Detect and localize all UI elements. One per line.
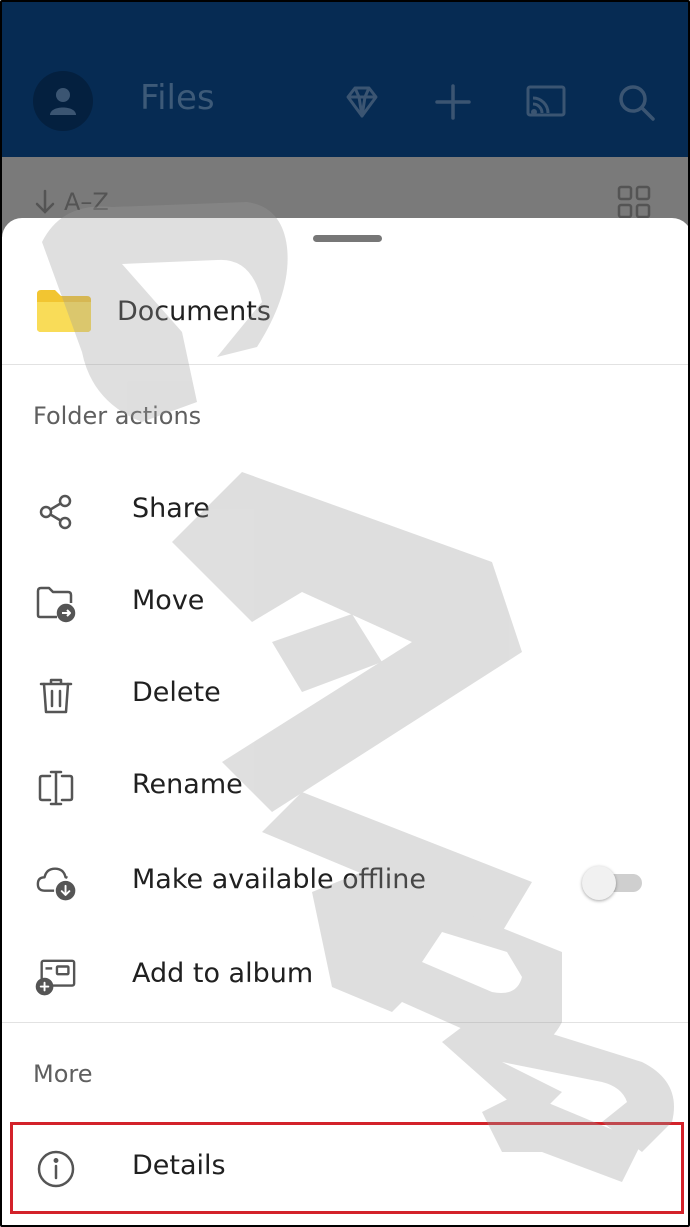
sort-label: A–Z bbox=[64, 188, 109, 216]
add-to-album-label: Add to album bbox=[132, 958, 314, 989]
delete-label: Delete bbox=[132, 677, 221, 708]
add-to-album-icon bbox=[35, 956, 77, 998]
folder-name: Documents bbox=[117, 296, 271, 327]
share-icon bbox=[35, 491, 77, 533]
account-icon bbox=[50, 88, 76, 115]
selected-folder-header: Documents bbox=[2, 274, 688, 364]
offline-toggle[interactable] bbox=[582, 866, 644, 900]
divider bbox=[2, 364, 688, 365]
sort-button[interactable]: A–Z bbox=[34, 188, 109, 216]
make-offline-label: Make available offline bbox=[132, 864, 427, 895]
folder-actions-heading: Folder actions bbox=[33, 402, 202, 430]
arrow-down-icon bbox=[35, 189, 55, 214]
delete-action[interactable]: Delete bbox=[2, 649, 688, 741]
rename-action[interactable]: Rename bbox=[2, 741, 688, 833]
phone-screen: Files A–Z Documents Folder actions Share… bbox=[0, 0, 690, 1227]
trash-icon bbox=[35, 675, 77, 717]
share-label: Share bbox=[132, 493, 210, 524]
app-bar: Files bbox=[2, 2, 688, 157]
rename-icon bbox=[35, 767, 77, 809]
move-action[interactable]: Move bbox=[2, 557, 688, 649]
search-icon[interactable] bbox=[614, 80, 658, 124]
cast-icon[interactable] bbox=[524, 80, 568, 124]
rename-label: Rename bbox=[132, 769, 243, 800]
cloud-download-icon bbox=[35, 862, 77, 904]
toggle-knob bbox=[582, 866, 616, 900]
drag-handle[interactable] bbox=[313, 235, 382, 242]
account-avatar[interactable] bbox=[33, 71, 93, 131]
move-folder-icon bbox=[35, 583, 77, 625]
make-offline-action[interactable]: Make available offline bbox=[2, 836, 688, 928]
more-heading: More bbox=[33, 1060, 93, 1088]
add-icon[interactable] bbox=[431, 80, 475, 124]
folder-icon bbox=[35, 288, 93, 338]
move-label: Move bbox=[132, 585, 205, 616]
premium-diamond-icon[interactable] bbox=[340, 80, 384, 124]
share-action[interactable]: Share bbox=[2, 465, 688, 557]
app-title: Files bbox=[140, 78, 215, 118]
add-to-album-action[interactable]: Add to album bbox=[2, 930, 688, 1022]
divider bbox=[2, 1022, 688, 1023]
folder-options-sheet: Documents Folder actions Share Move Dele… bbox=[2, 218, 688, 1225]
details-highlight-box bbox=[10, 1122, 684, 1214]
